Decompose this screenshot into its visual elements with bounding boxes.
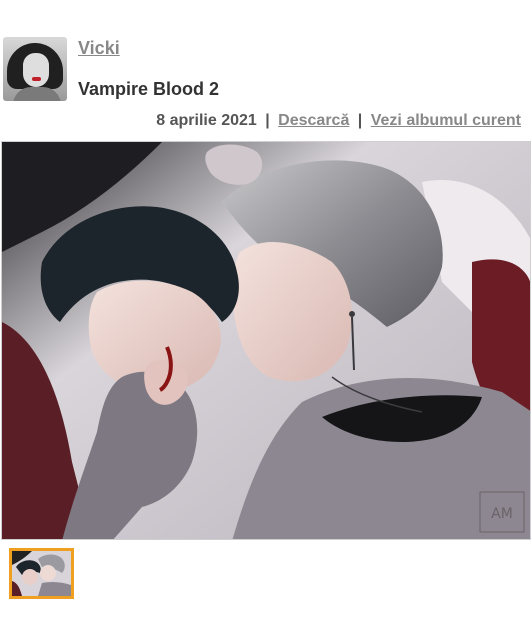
post-header: Vicki Vampire Blood 2 8 aprilie 2021 | D… — [0, 0, 531, 140]
album-thumbnail[interactable] — [9, 548, 74, 599]
view-album-link[interactable]: Vezi albumul curent — [371, 112, 521, 129]
meta-separator: | — [265, 112, 270, 129]
avatar-face-shape — [23, 53, 49, 87]
image-title: Vampire Blood 2 — [78, 79, 220, 99]
earring-shape — [349, 311, 355, 317]
image-meta: 8 aprilie 2021 | Descarcă | Vezi albumul… — [156, 112, 521, 130]
download-link[interactable]: Descarcă — [278, 112, 349, 129]
meta-separator: | — [357, 112, 363, 129]
upload-date: 8 aprilie 2021 — [156, 112, 257, 129]
avatar-body-shape — [13, 87, 61, 101]
artist-signature: AM — [491, 506, 513, 522]
main-artwork-image[interactable]: AM — [1, 141, 531, 540]
author-avatar[interactable] — [3, 37, 67, 101]
avatar-lips-shape — [32, 77, 41, 81]
author-name-link[interactable]: Vicki — [78, 38, 120, 59]
